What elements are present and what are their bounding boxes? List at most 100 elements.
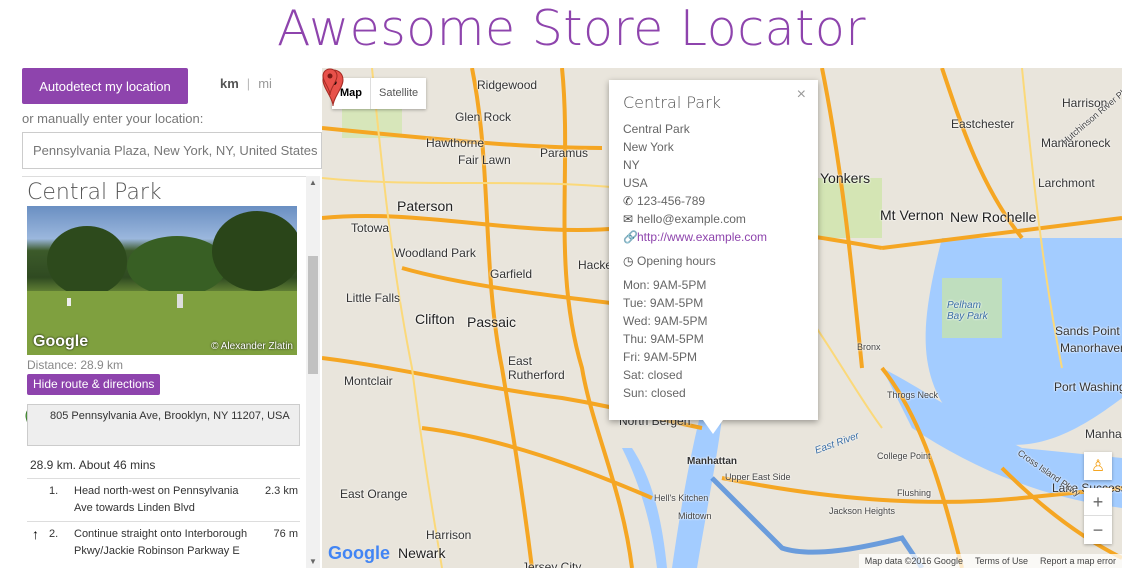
store-marker-icon[interactable]: [322, 68, 338, 96]
info-hours-row: Wed: 9AM-5PM: [623, 314, 708, 328]
photo-google-logo: Google: [33, 333, 89, 350]
store-info-window: × Central Park Central Park New York NY …: [609, 80, 818, 434]
info-address-line: Central Park: [623, 122, 690, 136]
route-from-address: 805 Pennsylvania Ave, Brooklyn, NY 11207…: [27, 404, 300, 446]
google-logo-text: Google: [328, 543, 390, 563]
step-distance: 2.3 km: [264, 485, 298, 497]
map-label: Montclair: [344, 374, 393, 388]
info-phone: ✆ 123-456-789: [623, 192, 804, 210]
map-label: Manhattan: [687, 456, 737, 467]
info-website-link[interactable]: http://www.example.com: [637, 230, 767, 244]
store-photo: Google © Alexander Zlatin: [27, 206, 297, 355]
info-hours-title: ◷ Opening hours: [623, 252, 804, 270]
info-hours-title-text: Opening hours: [637, 254, 716, 268]
info-window-tail: [703, 420, 723, 434]
map-label: Paramus: [540, 146, 589, 160]
map-label: East Orange: [340, 487, 408, 501]
info-address-line: New York: [623, 140, 674, 154]
step-distance: 76 m: [273, 528, 298, 540]
map-label: Harrison: [426, 528, 472, 542]
location-input-value: Pennsylvania Plaza, New York, NY, United…: [33, 143, 318, 158]
route-summary: 28.9 km. About 46 mins: [30, 458, 156, 472]
info-hours-row: Tue: 9AM-5PM: [623, 296, 704, 310]
report-error-link[interactable]: Report a map error: [1040, 554, 1116, 568]
map-label: Jersey City: [522, 560, 582, 568]
step-text: Head north-west on Pennsylvania Ave towa…: [74, 485, 239, 514]
phone-icon: ✆: [623, 194, 634, 208]
store-name: Central Park: [27, 180, 162, 205]
zoom-in-button[interactable]: +: [1084, 488, 1112, 516]
map-footer: Map data ©2016 Google Terms of Use Repor…: [858, 554, 1122, 568]
info-email-value: hello@example.com: [637, 212, 746, 226]
info-hours-row: Thu: 9AM-5PM: [623, 332, 704, 346]
zoom-control: + −: [1084, 488, 1112, 544]
map-label: Sands Point: [1055, 324, 1120, 338]
info-hours-row: Mon: 9AM-5PM: [623, 278, 707, 292]
map-label: Eastchester: [951, 117, 1015, 131]
map-label: East Rutherford: [508, 354, 565, 382]
map-label: Little Falls: [346, 291, 401, 305]
panel-scrollbar[interactable]: ▲ ▼: [306, 176, 320, 568]
envelope-icon: ✉: [623, 212, 634, 226]
info-hours-row: Sun: closed: [623, 386, 686, 400]
map-label: Newark: [398, 545, 446, 561]
map-label: Clifton: [415, 311, 455, 327]
scrollbar-thumb[interactable]: [308, 256, 318, 374]
scroll-up-icon[interactable]: ▲: [309, 178, 317, 187]
google-logo: Google: [328, 543, 390, 564]
map-label: Midtown: [678, 511, 712, 521]
map-label: Glen Rock: [455, 110, 512, 124]
map-label: Paterson: [397, 198, 454, 214]
map-label: Upper East Side: [725, 472, 791, 482]
direction-step: ↑ 2. Continue straight onto Interborough…: [27, 521, 300, 564]
map-label: Fair Lawn: [458, 153, 511, 167]
map-label: Hawthorne: [426, 136, 485, 150]
close-icon[interactable]: ×: [797, 86, 806, 104]
map-label: Mt Vernon: [880, 207, 944, 223]
map-label: Pelham Bay Park: [947, 300, 988, 322]
map-label: Throgs Neck: [887, 390, 939, 400]
unit-separator: |: [246, 76, 251, 91]
step-text: Continue straight onto Interborough Pkwy…: [74, 528, 248, 557]
info-email: ✉ hello@example.com: [623, 210, 804, 228]
map-label: Yonkers: [820, 170, 871, 186]
map-label: Bronx: [857, 342, 881, 352]
unit-toggle: km | mi: [220, 76, 272, 91]
step-number: 2.: [49, 528, 59, 540]
location-input[interactable]: Pennsylvania Plaza, New York, NY, United…: [22, 132, 322, 169]
photo-credit: © Alexander Zlatin: [211, 341, 293, 352]
manual-location-label: or manually enter your location:: [22, 111, 204, 126]
autodetect-location-button[interactable]: Autodetect my location: [22, 68, 188, 104]
unit-km-option[interactable]: km: [220, 76, 239, 91]
info-address-line: USA: [623, 176, 648, 190]
map-label: Larchmont: [1038, 176, 1095, 190]
map-type-satellite[interactable]: Satellite: [371, 78, 426, 109]
street-view-pegman-icon[interactable]: ♙: [1084, 452, 1112, 480]
hide-route-button[interactable]: Hide route & directions: [27, 374, 161, 395]
info-title: Central Park: [623, 93, 721, 112]
zoom-out-button[interactable]: −: [1084, 516, 1112, 544]
info-hours-row: Sat: closed: [623, 368, 683, 382]
map-label: College Point: [877, 451, 931, 461]
info-website: 🔗http://www.example.com: [623, 228, 804, 246]
map-data-attribution: Map data ©2016 Google: [864, 556, 963, 566]
map-label: Totowa: [351, 221, 390, 235]
info-address-line: NY: [623, 158, 640, 172]
page-title: Awesome Store Locator: [276, 0, 867, 57]
store-panel: Central Park Google © Alexander Zlatin D…: [22, 176, 320, 573]
map-label: Passaic: [467, 314, 517, 330]
unit-mi-option[interactable]: mi: [258, 76, 272, 91]
map-label: Garfield: [490, 267, 533, 281]
scroll-down-icon[interactable]: ▼: [309, 557, 317, 566]
arrow-up-icon: ↑: [32, 526, 39, 542]
clock-icon: ◷: [623, 254, 634, 268]
map-canvas[interactable]: Ridgewood Glen Rock Paramus Hawthorne Fa…: [322, 68, 1122, 568]
map-label: Ridgewood: [477, 78, 538, 92]
terms-link[interactable]: Terms of Use: [975, 554, 1028, 568]
direction-step: 1. Head north-west on Pennsylvania Ave t…: [27, 478, 300, 521]
store-distance: Distance: 28.9 km: [27, 358, 124, 372]
info-hours-row: Fri: 9AM-5PM: [623, 350, 698, 364]
map-label: Flushing: [897, 488, 932, 498]
map-label: Hell's Kitchen: [654, 493, 709, 503]
directions-list: 1. Head north-west on Pennsylvania Ave t…: [27, 478, 300, 564]
